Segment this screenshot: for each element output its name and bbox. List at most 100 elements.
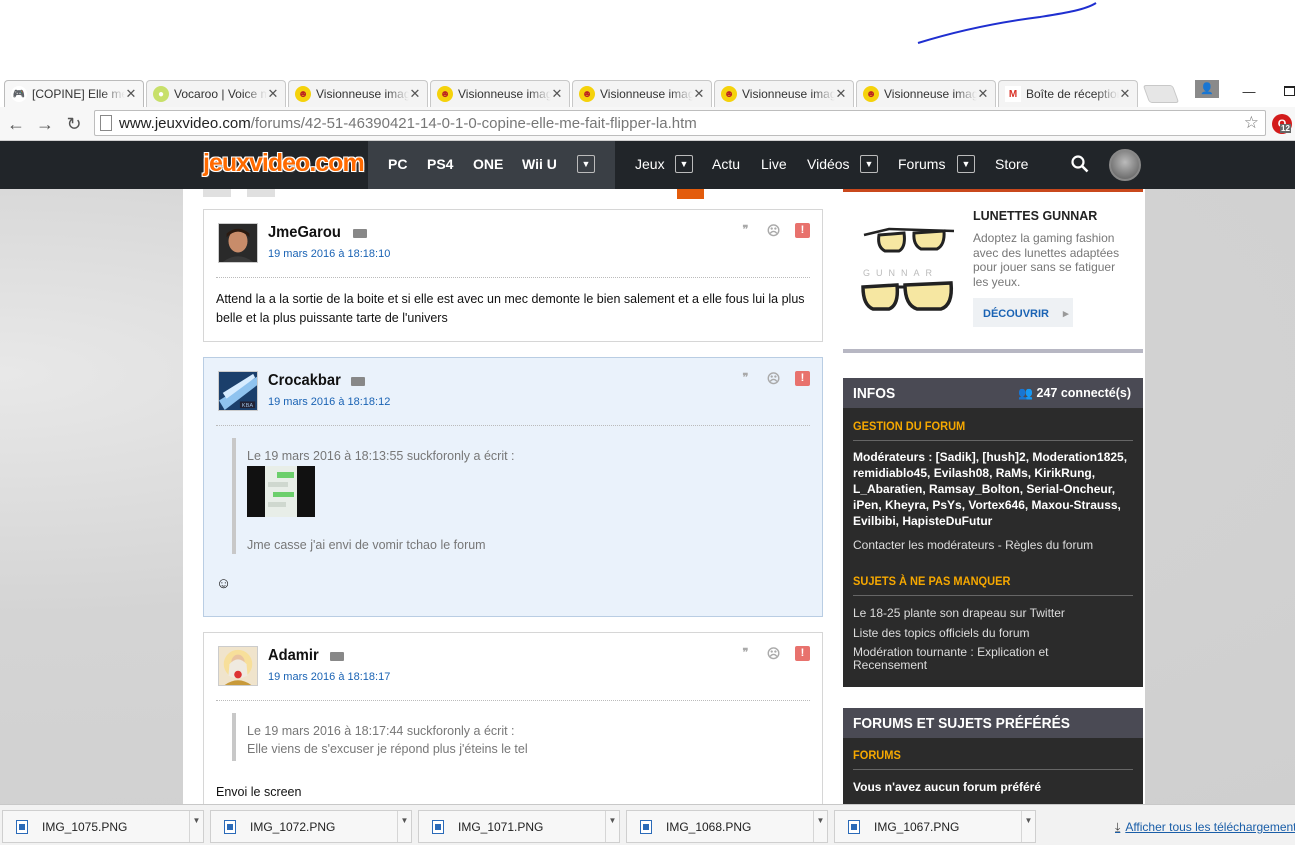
platforms-dropdown-icon[interactable]: ▼ bbox=[577, 155, 595, 173]
quote-icon[interactable]: ❞ bbox=[738, 223, 753, 238]
download-item[interactable]: IMG_1072.PNG ▼ bbox=[210, 810, 412, 843]
forum-rules-link[interactable]: Règles du forum bbox=[1005, 538, 1093, 552]
download-item[interactable]: IMG_1071.PNG ▼ bbox=[418, 810, 620, 843]
post-date[interactable]: 19 mars 2016 à 18:18:12 bbox=[268, 396, 390, 408]
ad-text: Adoptez la gaming fashion avec des lunet… bbox=[973, 231, 1120, 289]
pagination-button[interactable] bbox=[247, 189, 275, 197]
close-tab-icon[interactable]: ✕ bbox=[835, 86, 847, 102]
report-sad-icon[interactable]: ☹ bbox=[766, 371, 781, 386]
close-tab-icon[interactable]: ✕ bbox=[409, 86, 421, 102]
reload-icon[interactable]: ↻ bbox=[64, 114, 84, 134]
smiley-icon: ☻ bbox=[295, 86, 311, 102]
nav-videos[interactable]: Vidéos bbox=[807, 156, 850, 172]
close-tab-icon[interactable]: ✕ bbox=[267, 86, 279, 102]
jeux-dropdown-icon[interactable]: ▼ bbox=[675, 155, 693, 173]
pagination-button[interactable] bbox=[203, 189, 231, 197]
chevron-down-icon[interactable]: ▼ bbox=[397, 811, 411, 842]
close-tab-icon[interactable]: ✕ bbox=[1119, 86, 1131, 102]
post-date[interactable]: 19 mars 2016 à 18:18:10 bbox=[268, 248, 390, 260]
new-tab-button[interactable] bbox=[1142, 85, 1180, 103]
chevron-down-icon[interactable]: ▼ bbox=[1021, 811, 1035, 842]
tab-copine[interactable]: 🎮 [COPINE] Elle me fait flipper la ✕ bbox=[4, 80, 144, 107]
show-all-downloads-link[interactable]: ⤓ Afficher tous les téléchargements bbox=[1115, 820, 1295, 835]
nav-jeux[interactable]: Jeux bbox=[635, 156, 665, 172]
tab-visionneuse-4[interactable]: ☻ Visionneuse images ✕ bbox=[714, 80, 854, 107]
tab-label: Visionneuse images bbox=[600, 87, 693, 101]
alert-icon[interactable]: ! bbox=[795, 371, 810, 386]
download-icon: ⤓ bbox=[1115, 820, 1121, 834]
quote-header: Le 19 mars 2016 à 18:17:44 suckforonly a… bbox=[247, 724, 515, 738]
nav-one[interactable]: ONE bbox=[473, 156, 503, 172]
topic-link[interactable]: Le 18-25 plante son drapeau sur Twitter bbox=[853, 606, 1065, 620]
mail-icon[interactable] bbox=[330, 652, 344, 661]
nav-store[interactable]: Store bbox=[995, 156, 1028, 172]
chevron-down-icon[interactable]: ▼ bbox=[813, 811, 827, 842]
topic-link[interactable]: Liste des topics officiels du forum bbox=[853, 626, 1030, 640]
back-icon[interactable]: ← bbox=[6, 114, 26, 134]
author-name[interactable]: Adamir bbox=[268, 647, 319, 665]
download-item[interactable]: IMG_1068.PNG ▼ bbox=[626, 810, 828, 843]
author-avatar[interactable] bbox=[218, 646, 258, 686]
alert-icon[interactable]: ! bbox=[795, 646, 810, 661]
link-separator: - bbox=[997, 538, 1002, 552]
tab-visionneuse-2[interactable]: ☻ Visionneuse images ✕ bbox=[430, 80, 570, 107]
nav-pc[interactable]: PC bbox=[388, 156, 407, 172]
post-text: Attend la a la sortie de la boite et si … bbox=[216, 292, 805, 325]
forums-dropdown-icon[interactable]: ▼ bbox=[957, 155, 975, 173]
image-file-icon bbox=[16, 819, 28, 834]
post-separator bbox=[216, 425, 810, 426]
smiley-icon: ☻ bbox=[863, 86, 879, 102]
close-tab-icon[interactable]: ✕ bbox=[125, 86, 137, 102]
quote-icon[interactable]: ❞ bbox=[738, 646, 753, 661]
author-name[interactable]: JmeGarou bbox=[268, 224, 341, 242]
discover-button[interactable]: DÉCOUVRIR ▸ bbox=[973, 298, 1073, 327]
site-logo[interactable]: jeuxvideo.com bbox=[203, 149, 365, 178]
close-tab-icon[interactable]: ✕ bbox=[693, 86, 705, 102]
extension-icon[interactable]: O12 bbox=[1272, 114, 1292, 134]
nav-wiiu[interactable]: Wii U bbox=[522, 156, 557, 172]
mail-icon[interactable] bbox=[353, 229, 367, 238]
moderators-list[interactable]: Modérateurs : [Sadik], [hush]2, Moderati… bbox=[853, 449, 1135, 529]
pagination-current[interactable] bbox=[677, 189, 704, 199]
tab-visionneuse-1[interactable]: ☻ Visionneuse images ✕ bbox=[288, 80, 428, 107]
topic-link[interactable]: Modération tournante : Explication et Re… bbox=[853, 646, 1073, 672]
nav-forums[interactable]: Forums bbox=[898, 156, 945, 172]
ad-gunnar[interactable]: GUNNAR LUNETTES GUNNAR Adoptez la gaming… bbox=[843, 189, 1143, 353]
nav-ps4[interactable]: PS4 bbox=[427, 156, 453, 172]
alert-icon[interactable]: ! bbox=[795, 223, 810, 238]
bookmark-star-icon[interactable]: ☆ bbox=[1244, 113, 1259, 133]
download-item[interactable]: IMG_1067.PNG ▼ bbox=[834, 810, 1036, 843]
quote-text: Elle viens de s'excuser je répond plus j… bbox=[247, 742, 528, 756]
download-item[interactable]: IMG_1075.PNG ▼ bbox=[2, 810, 204, 843]
author-avatar[interactable] bbox=[218, 223, 258, 263]
screenshot-thumbnail[interactable] bbox=[247, 466, 315, 517]
browser-toolbar: ← → ↻ www.jeuxvideo.com/forums/42-51-463… bbox=[0, 107, 1295, 141]
report-sad-icon[interactable]: ☹ bbox=[766, 223, 781, 238]
videos-dropdown-icon[interactable]: ▼ bbox=[860, 155, 878, 173]
post-date[interactable]: 19 mars 2016 à 18:18:17 bbox=[268, 671, 390, 683]
tab-gmail[interactable]: M Boîte de réception ✕ bbox=[998, 80, 1138, 107]
contact-moderators-link[interactable]: Contacter les modérateurs bbox=[853, 538, 994, 552]
address-bar[interactable]: www.jeuxvideo.com/forums/42-51-46390421-… bbox=[94, 110, 1266, 136]
report-sad-icon[interactable]: ☹ bbox=[766, 646, 781, 661]
minimize-icon[interactable]: — bbox=[1242, 84, 1256, 99]
author-avatar[interactable]: KBA bbox=[218, 371, 258, 411]
search-icon[interactable] bbox=[1071, 155, 1089, 173]
forward-icon[interactable]: → bbox=[35, 114, 55, 134]
author-name[interactable]: Crocakbar bbox=[268, 372, 341, 390]
close-tab-icon[interactable]: ✕ bbox=[977, 86, 989, 102]
close-tab-icon[interactable]: ✕ bbox=[551, 86, 563, 102]
user-profile-icon[interactable]: 👤 bbox=[1195, 80, 1219, 98]
maximize-icon[interactable] bbox=[1284, 86, 1295, 96]
tab-vocaroo[interactable]: ● Vocaroo | Voice message ✕ bbox=[146, 80, 286, 107]
tab-visionneuse-3[interactable]: ☻ Visionneuse images ✕ bbox=[572, 80, 712, 107]
mail-icon[interactable] bbox=[351, 377, 365, 386]
smiley-emoji-icon: ☺ bbox=[216, 575, 232, 592]
nav-actu[interactable]: Actu bbox=[712, 156, 740, 172]
nav-live[interactable]: Live bbox=[761, 156, 787, 172]
quote-icon[interactable]: ❞ bbox=[738, 371, 753, 386]
user-avatar[interactable] bbox=[1109, 149, 1141, 181]
chevron-down-icon[interactable]: ▼ bbox=[189, 811, 203, 842]
chevron-down-icon[interactable]: ▼ bbox=[605, 811, 619, 842]
tab-visionneuse-5[interactable]: ☻ Visionneuse images ✕ bbox=[856, 80, 996, 107]
